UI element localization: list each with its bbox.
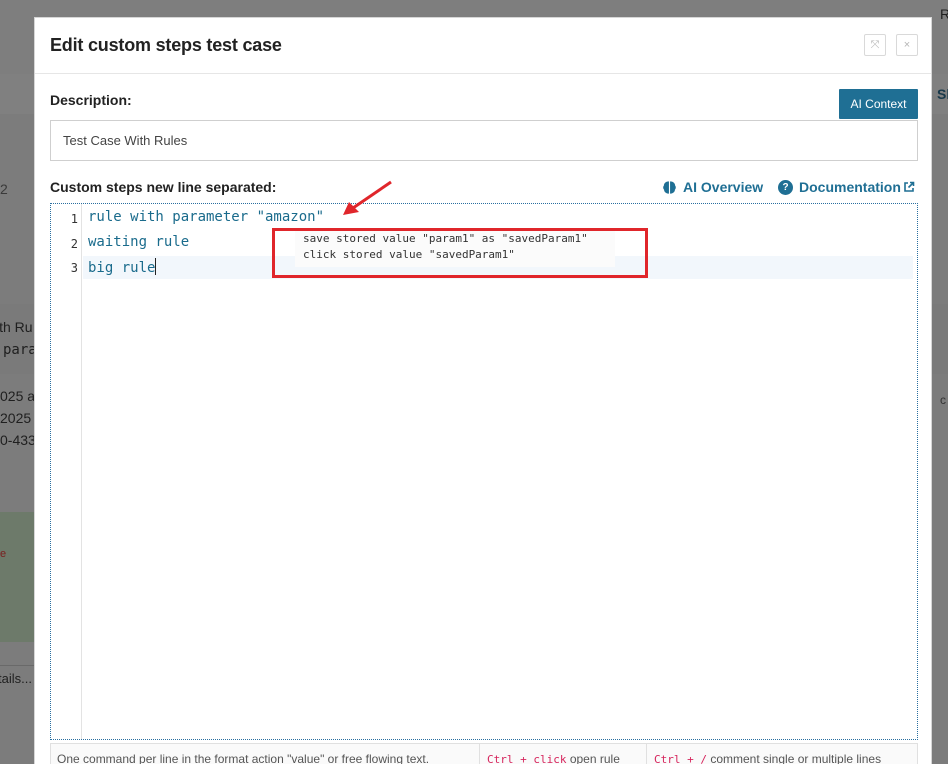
background-green-panel — [0, 512, 36, 642]
description-input[interactable]: Test Case With Rules — [50, 120, 918, 161]
background-line-2: para — [3, 342, 37, 358]
shortcut-description: comment single or multiple lines — [710, 752, 882, 764]
shortcut-comment: Ctrl + / comment single or multiple line… — [654, 752, 881, 764]
background-id: 0-433 — [0, 432, 36, 448]
documentation-link[interactable]: ? Documentation — [778, 179, 915, 195]
modal-title: Edit custom steps test case — [50, 35, 282, 55]
steps-label: Custom steps new line separated: — [50, 179, 277, 195]
ai-overview-label: AI Overview — [683, 179, 764, 195]
shortcut-keys: Ctrl + click — [487, 753, 567, 764]
shortcut-description: open rule — [569, 752, 620, 764]
annotation-arrow-icon — [343, 180, 392, 215]
external-link-icon — [904, 181, 915, 192]
documentation-label: Documentation — [799, 179, 901, 195]
suggestions-highlight-box — [272, 228, 648, 278]
background-right-fragment: c — [940, 393, 946, 407]
edit-test-case-modal: Edit custom steps test case ⤧ × Descript… — [34, 17, 932, 764]
shortcut-open-rule: Ctrl + click open rule — [487, 752, 620, 764]
code-line-3-text: big rule — [88, 260, 156, 276]
help-icon: ? — [778, 179, 793, 195]
expand-button[interactable]: ⤧ — [864, 34, 886, 56]
code-line-1[interactable]: rule with parameter "amazon" — [88, 209, 324, 225]
steps-code-editor[interactable]: 1 2 3 rule with parameter "amazon" waiti… — [50, 203, 918, 740]
description-label: Description: — [50, 92, 132, 108]
code-line-3[interactable]: big rule — [88, 258, 157, 276]
editor-hints-bar: One command per line in the format actio… — [50, 743, 918, 764]
code-line-2[interactable]: waiting rule — [88, 234, 189, 250]
background-top-right-text: R — [940, 6, 948, 22]
brain-icon — [663, 180, 676, 194]
background-divider — [0, 665, 36, 666]
line-number-gutter: 1 2 3 — [51, 204, 82, 739]
line-number: 3 — [70, 261, 78, 275]
hint-divider — [646, 744, 647, 764]
line-number: 1 — [70, 212, 78, 226]
background-line-1: ith Ru — [0, 319, 33, 335]
background-details-link[interactable]: tails... — [0, 671, 32, 686]
shortcut-keys: Ctrl + / — [654, 753, 707, 764]
text-cursor — [155, 258, 157, 275]
ai-context-button[interactable]: AI Context — [839, 89, 918, 119]
close-icon: × — [903, 39, 911, 51]
modal-header: Edit custom steps test case ⤧ × — [35, 18, 931, 74]
background-number: 2 — [0, 181, 8, 197]
line-number: 2 — [70, 237, 78, 251]
expand-icon: ⤧ — [870, 38, 880, 51]
background-right-link[interactable]: Sl — [937, 86, 948, 102]
background-badge: e — [0, 548, 7, 560]
close-button[interactable]: × — [896, 34, 918, 56]
format-hint: One command per line in the format actio… — [57, 752, 430, 764]
hint-divider — [479, 744, 480, 764]
ai-overview-link[interactable]: AI Overview — [662, 179, 763, 195]
